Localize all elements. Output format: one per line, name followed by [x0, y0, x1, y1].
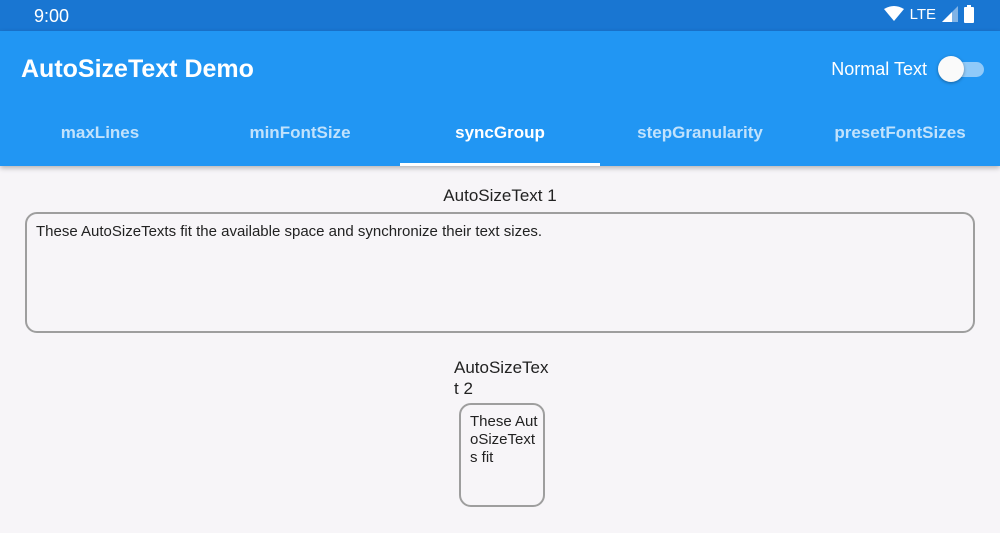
tab-maxlines[interactable]: maxLines — [0, 109, 200, 166]
tab-stepgranularity[interactable]: stepGranularity — [600, 109, 800, 166]
tab-presetfontsizes[interactable]: presetFontSizes — [800, 109, 1000, 166]
wifi-icon — [883, 6, 904, 21]
example1-text: These AutoSizeTexts fit the available sp… — [36, 223, 543, 240]
example2-box: These AutoSizeTexts fit — [459, 403, 545, 507]
example2-label: AutoSizeText 2 — [454, 358, 549, 398]
example1-label: AutoSizeText 1 — [443, 186, 557, 205]
normal-text-switch[interactable] — [938, 56, 988, 82]
switch-thumb[interactable] — [938, 56, 964, 82]
toggle-label: Normal Text — [831, 59, 927, 79]
example2-text: These AutoSizeTexts fit — [470, 413, 538, 466]
network-type: LTE — [909, 5, 936, 23]
tab-bar: maxLines minFontSize syncGroup stepGranu… — [0, 109, 1000, 166]
tab-minfontsize[interactable]: minFontSize — [200, 109, 400, 166]
app-bar: AutoSizeText Demo Normal Text maxLines m… — [0, 31, 1000, 166]
example1-box: These AutoSizeTexts fit the available sp… — [25, 212, 975, 333]
status-time: 9:00 — [34, 6, 70, 26]
status-icons: LTE — [883, 5, 974, 23]
cell-signal-icon — [942, 6, 958, 22]
app-title: AutoSizeText Demo — [21, 55, 254, 83]
status-bar: 9:00 LTE — [0, 0, 1000, 31]
battery-icon — [964, 5, 974, 23]
tab-syncgroup[interactable]: syncGroup — [400, 109, 600, 166]
